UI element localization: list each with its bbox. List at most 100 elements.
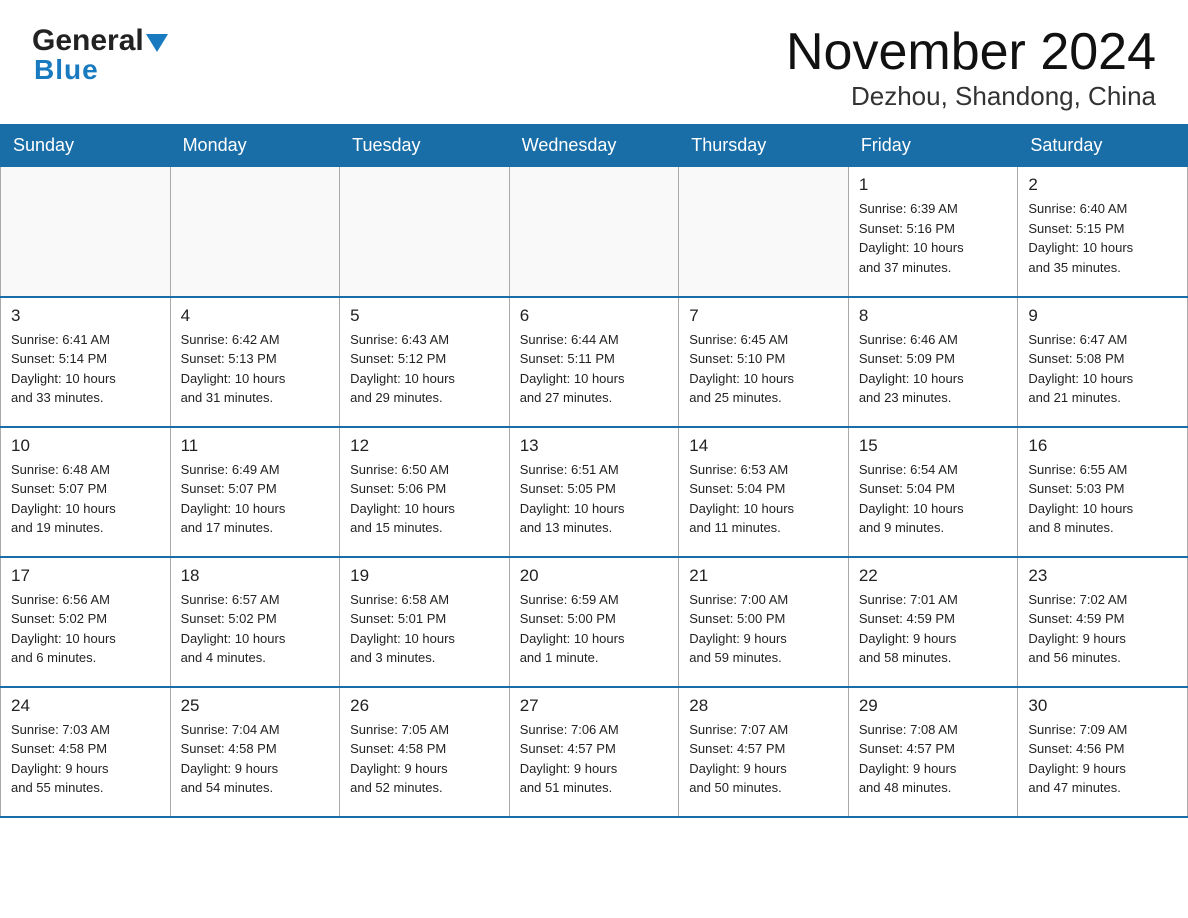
calendar-week-3: 10 Sunrise: 6:48 AM Sunset: 5:07 PM Dayli…: [1, 427, 1188, 557]
calendar-cell: 20 Sunrise: 6:59 AM Sunset: 5:00 PM Dayli…: [509, 557, 679, 687]
day-number: 1: [859, 175, 1008, 195]
day-info: Sunrise: 6:59 AM Sunset: 5:00 PM Dayligh…: [520, 590, 669, 668]
calendar-cell: 3 Sunrise: 6:41 AM Sunset: 5:14 PM Daylig…: [1, 297, 171, 427]
day-number: 6: [520, 306, 669, 326]
calendar-cell: 13 Sunrise: 6:51 AM Sunset: 5:05 PM Dayli…: [509, 427, 679, 557]
calendar-cell: 5 Sunrise: 6:43 AM Sunset: 5:12 PM Daylig…: [340, 297, 510, 427]
calendar-cell: [509, 167, 679, 297]
day-number: 29: [859, 696, 1008, 716]
calendar-cell: 27 Sunrise: 7:06 AM Sunset: 4:57 PM Dayli…: [509, 687, 679, 817]
calendar-cell: 21 Sunrise: 7:00 AM Sunset: 5:00 PM Dayli…: [679, 557, 849, 687]
calendar-cell: 29 Sunrise: 7:08 AM Sunset: 4:57 PM Dayli…: [848, 687, 1018, 817]
calendar-cell: [340, 167, 510, 297]
calendar-cell: 14Sunrise: 6:53 AM Sunset: 5:04 PM Dayli…: [679, 427, 849, 557]
day-number: 19: [350, 566, 499, 586]
day-number: 25: [181, 696, 330, 716]
calendar-table: SundayMondayTuesdayWednesdayThursdayFrid…: [0, 124, 1188, 818]
location-title: Dezhou, Shandong, China: [786, 81, 1156, 112]
col-header-tuesday: Tuesday: [340, 125, 510, 167]
calendar-cell: 28 Sunrise: 7:07 AM Sunset: 4:57 PM Dayli…: [679, 687, 849, 817]
calendar-cell: 7 Sunrise: 6:45 AM Sunset: 5:10 PM Daylig…: [679, 297, 849, 427]
calendar-cell: 26 Sunrise: 7:05 AM Sunset: 4:58 PM Dayli…: [340, 687, 510, 817]
calendar-cell: 11Sunrise: 6:49 AM Sunset: 5:07 PM Dayli…: [170, 427, 340, 557]
day-number: 26: [350, 696, 499, 716]
calendar-cell: 4Sunrise: 6:42 AM Sunset: 5:13 PM Daylig…: [170, 297, 340, 427]
col-header-monday: Monday: [170, 125, 340, 167]
col-header-saturday: Saturday: [1018, 125, 1188, 167]
day-info: Sunrise: 6:51 AM Sunset: 5:05 PM Dayligh…: [520, 460, 669, 538]
day-number: 22: [859, 566, 1008, 586]
day-info: Sunrise: 7:00 AM Sunset: 5:00 PM Dayligh…: [689, 590, 838, 668]
day-info: Sunrise: 6:57 AM Sunset: 5:02 PM Dayligh…: [181, 590, 330, 668]
day-number: 24: [11, 696, 160, 716]
col-header-friday: Friday: [848, 125, 1018, 167]
calendar-cell: 15 Sunrise: 6:54 AM Sunset: 5:04 PM Dayli…: [848, 427, 1018, 557]
day-number: 7: [689, 306, 838, 326]
day-number: 21: [689, 566, 838, 586]
day-info: Sunrise: 6:44 AM Sunset: 5:11 PM Dayligh…: [520, 330, 669, 408]
calendar-cell: 16 Sunrise: 6:55 AM Sunset: 5:03 PM Dayli…: [1018, 427, 1188, 557]
day-number: 8: [859, 306, 1008, 326]
calendar-cell: [1, 167, 171, 297]
day-info: Sunrise: 6:47 AM Sunset: 5:08 PM Dayligh…: [1028, 330, 1177, 408]
calendar-header-row: SundayMondayTuesdayWednesdayThursdayFrid…: [1, 125, 1188, 167]
day-number: 16: [1028, 436, 1177, 456]
col-header-sunday: Sunday: [1, 125, 171, 167]
day-info: Sunrise: 6:45 AM Sunset: 5:10 PM Dayligh…: [689, 330, 838, 408]
calendar-cell: 10 Sunrise: 6:48 AM Sunset: 5:07 PM Dayli…: [1, 427, 171, 557]
day-info: Sunrise: 6:58 AM Sunset: 5:01 PM Dayligh…: [350, 590, 499, 668]
calendar-cell: 19 Sunrise: 6:58 AM Sunset: 5:01 PM Dayli…: [340, 557, 510, 687]
day-number: 23: [1028, 566, 1177, 586]
day-info: Sunrise: 6:48 AM Sunset: 5:07 PM Dayligh…: [11, 460, 160, 538]
day-info: Sunrise: 7:08 AM Sunset: 4:57 PM Dayligh…: [859, 720, 1008, 798]
calendar-week-5: 24 Sunrise: 7:03 AM Sunset: 4:58 PM Dayli…: [1, 687, 1188, 817]
day-info: Sunrise: 7:06 AM Sunset: 4:57 PM Dayligh…: [520, 720, 669, 798]
calendar-cell: 24 Sunrise: 7:03 AM Sunset: 4:58 PM Dayli…: [1, 687, 171, 817]
day-info: Sunrise: 6:54 AM Sunset: 5:04 PM Dayligh…: [859, 460, 1008, 538]
day-number: 13: [520, 436, 669, 456]
day-number: 30: [1028, 696, 1177, 716]
day-info: Sunrise: 6:39 AM Sunset: 5:16 PM Dayligh…: [859, 199, 1008, 277]
day-number: 20: [520, 566, 669, 586]
day-number: 4: [181, 306, 330, 326]
calendar-cell: 2Sunrise: 6:40 AM Sunset: 5:15 PM Daylig…: [1018, 167, 1188, 297]
day-number: 10: [11, 436, 160, 456]
page-header: General Blue November 2024 Dezhou, Shand…: [0, 0, 1188, 124]
day-info: Sunrise: 6:46 AM Sunset: 5:09 PM Dayligh…: [859, 330, 1008, 408]
calendar-cell: [679, 167, 849, 297]
day-number: 27: [520, 696, 669, 716]
day-info: Sunrise: 7:05 AM Sunset: 4:58 PM Dayligh…: [350, 720, 499, 798]
day-info: Sunrise: 7:03 AM Sunset: 4:58 PM Dayligh…: [11, 720, 160, 798]
calendar-cell: [170, 167, 340, 297]
calendar-cell: 8 Sunrise: 6:46 AM Sunset: 5:09 PM Daylig…: [848, 297, 1018, 427]
day-info: Sunrise: 6:41 AM Sunset: 5:14 PM Dayligh…: [11, 330, 160, 408]
calendar-cell: 22 Sunrise: 7:01 AM Sunset: 4:59 PM Dayli…: [848, 557, 1018, 687]
day-number: 15: [859, 436, 1008, 456]
calendar-cell: 23Sunrise: 7:02 AM Sunset: 4:59 PM Dayli…: [1018, 557, 1188, 687]
calendar-cell: 6 Sunrise: 6:44 AM Sunset: 5:11 PM Daylig…: [509, 297, 679, 427]
day-info: Sunrise: 7:07 AM Sunset: 4:57 PM Dayligh…: [689, 720, 838, 798]
calendar-cell: 25Sunrise: 7:04 AM Sunset: 4:58 PM Dayli…: [170, 687, 340, 817]
day-number: 3: [11, 306, 160, 326]
calendar-cell: 30Sunrise: 7:09 AM Sunset: 4:56 PM Dayli…: [1018, 687, 1188, 817]
logo-general: General: [32, 24, 144, 58]
day-number: 18: [181, 566, 330, 586]
day-number: 5: [350, 306, 499, 326]
day-number: 12: [350, 436, 499, 456]
logo: General Blue: [32, 24, 168, 86]
day-number: 28: [689, 696, 838, 716]
day-info: Sunrise: 7:01 AM Sunset: 4:59 PM Dayligh…: [859, 590, 1008, 668]
day-info: Sunrise: 6:43 AM Sunset: 5:12 PM Dayligh…: [350, 330, 499, 408]
calendar-week-2: 3 Sunrise: 6:41 AM Sunset: 5:14 PM Daylig…: [1, 297, 1188, 427]
day-number: 17: [11, 566, 160, 586]
day-info: Sunrise: 6:53 AM Sunset: 5:04 PM Dayligh…: [689, 460, 838, 538]
month-title: November 2024: [786, 24, 1156, 81]
calendar-cell: 17Sunrise: 6:56 AM Sunset: 5:02 PM Dayli…: [1, 557, 171, 687]
logo-blue: Blue: [32, 54, 99, 86]
day-info: Sunrise: 6:49 AM Sunset: 5:07 PM Dayligh…: [181, 460, 330, 538]
day-info: Sunrise: 6:55 AM Sunset: 5:03 PM Dayligh…: [1028, 460, 1177, 538]
logo-triangle-icon: [146, 34, 168, 52]
calendar-cell: 12Sunrise: 6:50 AM Sunset: 5:06 PM Dayli…: [340, 427, 510, 557]
col-header-thursday: Thursday: [679, 125, 849, 167]
col-header-wednesday: Wednesday: [509, 125, 679, 167]
